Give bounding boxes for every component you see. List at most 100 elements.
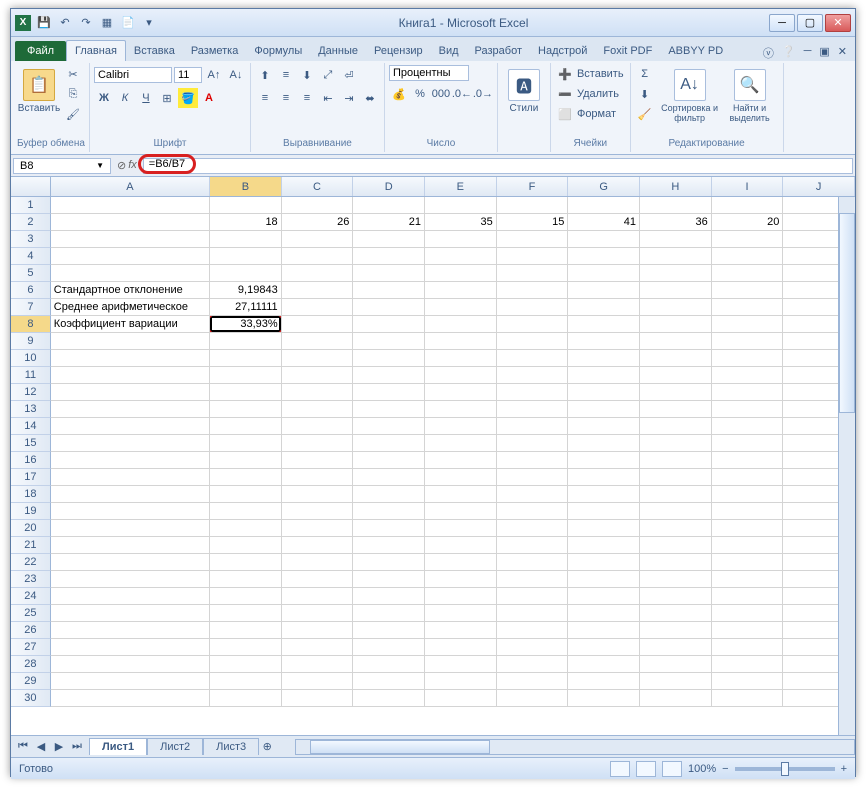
cell-E12[interactable]: [425, 384, 497, 401]
column-header-C[interactable]: C: [282, 177, 354, 196]
cell-I6[interactable]: [712, 282, 784, 299]
cell-A7[interactable]: Среднее арифметическое: [51, 299, 210, 316]
cell-C26[interactable]: [282, 622, 354, 639]
cell-A26[interactable]: [51, 622, 210, 639]
font-size-select[interactable]: [174, 67, 202, 83]
row-header-30[interactable]: 30: [11, 690, 51, 707]
cell-A24[interactable]: [51, 588, 210, 605]
cell-G1[interactable]: [568, 197, 640, 214]
cell-I15[interactable]: [712, 435, 784, 452]
fill-icon[interactable]: ⬇: [635, 85, 655, 103]
decrease-decimal-icon[interactable]: .0→: [473, 84, 493, 104]
row-header-20[interactable]: 20: [11, 520, 51, 537]
cell-D4[interactable]: [353, 248, 425, 265]
cell-C17[interactable]: [282, 469, 354, 486]
cell-B15[interactable]: [210, 435, 282, 452]
cell-I22[interactable]: [712, 554, 784, 571]
cell-H19[interactable]: [640, 503, 712, 520]
cell-D9[interactable]: [353, 333, 425, 350]
align-top-icon[interactable]: ⬆: [255, 65, 275, 85]
cell-B21[interactable]: [210, 537, 282, 554]
orientation-icon[interactable]: ⤢: [318, 65, 338, 85]
align-center-icon[interactable]: ≡: [276, 88, 296, 108]
increase-decimal-icon[interactable]: .0←: [452, 84, 472, 104]
sheet-tab-3[interactable]: Лист3: [203, 738, 259, 755]
cell-E1[interactable]: [425, 197, 497, 214]
zoom-in-icon[interactable]: +: [841, 763, 847, 775]
column-header-D[interactable]: D: [353, 177, 425, 196]
insert-button[interactable]: ➕Вставить: [555, 65, 626, 83]
cell-B2[interactable]: 18: [210, 214, 282, 231]
cell-A30[interactable]: [51, 690, 210, 707]
cell-B11[interactable]: [210, 367, 282, 384]
row-header-27[interactable]: 27: [11, 639, 51, 656]
cell-G21[interactable]: [568, 537, 640, 554]
zoom-level[interactable]: 100%: [688, 763, 716, 775]
cell-B4[interactable]: [210, 248, 282, 265]
tab-view[interactable]: Вид: [431, 41, 467, 61]
row-header-14[interactable]: 14: [11, 418, 51, 435]
cell-D20[interactable]: [353, 520, 425, 537]
cell-B10[interactable]: [210, 350, 282, 367]
cell-F3[interactable]: [497, 231, 569, 248]
cell-D7[interactable]: [353, 299, 425, 316]
next-sheet-icon[interactable]: ▶: [51, 739, 67, 755]
format-button[interactable]: ⬜Формат: [555, 105, 618, 123]
cell-A27[interactable]: [51, 639, 210, 656]
cell-H23[interactable]: [640, 571, 712, 588]
cell-E21[interactable]: [425, 537, 497, 554]
cell-H10[interactable]: [640, 350, 712, 367]
cell-G5[interactable]: [568, 265, 640, 282]
normal-view-icon[interactable]: [610, 761, 630, 777]
cell-I17[interactable]: [712, 469, 784, 486]
cell-E15[interactable]: [425, 435, 497, 452]
cell-I25[interactable]: [712, 605, 784, 622]
cell-I5[interactable]: [712, 265, 784, 282]
cell-I16[interactable]: [712, 452, 784, 469]
cell-C2[interactable]: 26: [282, 214, 354, 231]
cell-G10[interactable]: [568, 350, 640, 367]
cell-B22[interactable]: [210, 554, 282, 571]
cell-G18[interactable]: [568, 486, 640, 503]
underline-icon[interactable]: Ч: [136, 88, 156, 108]
cell-F24[interactable]: [497, 588, 569, 605]
align-left-icon[interactable]: ≡: [255, 88, 275, 108]
cell-A13[interactable]: [51, 401, 210, 418]
cancel-formula-icon[interactable]: ⊘: [117, 159, 126, 172]
row-header-13[interactable]: 13: [11, 401, 51, 418]
cell-F15[interactable]: [497, 435, 569, 452]
cell-D29[interactable]: [353, 673, 425, 690]
cell-B20[interactable]: [210, 520, 282, 537]
cell-F1[interactable]: [497, 197, 569, 214]
vertical-scrollbar[interactable]: [838, 197, 855, 735]
cell-D5[interactable]: [353, 265, 425, 282]
cell-B30[interactable]: [210, 690, 282, 707]
cell-B9[interactable]: [210, 333, 282, 350]
cell-E18[interactable]: [425, 486, 497, 503]
cell-I29[interactable]: [712, 673, 784, 690]
cell-A28[interactable]: [51, 656, 210, 673]
cell-A21[interactable]: [51, 537, 210, 554]
decrease-font-icon[interactable]: A↓: [226, 65, 246, 85]
cell-H11[interactable]: [640, 367, 712, 384]
cell-D13[interactable]: [353, 401, 425, 418]
cell-I24[interactable]: [712, 588, 784, 605]
cell-D12[interactable]: [353, 384, 425, 401]
cell-I4[interactable]: [712, 248, 784, 265]
cell-F21[interactable]: [497, 537, 569, 554]
zoom-out-icon[interactable]: −: [722, 763, 728, 775]
row-header-4[interactable]: 4: [11, 248, 51, 265]
cell-F8[interactable]: [497, 316, 569, 333]
cell-G30[interactable]: [568, 690, 640, 707]
cell-E23[interactable]: [425, 571, 497, 588]
cell-C14[interactable]: [282, 418, 354, 435]
cell-F6[interactable]: [497, 282, 569, 299]
cell-C12[interactable]: [282, 384, 354, 401]
cell-H29[interactable]: [640, 673, 712, 690]
column-header-H[interactable]: H: [640, 177, 712, 196]
cell-E24[interactable]: [425, 588, 497, 605]
cell-H24[interactable]: [640, 588, 712, 605]
cell-H26[interactable]: [640, 622, 712, 639]
percent-icon[interactable]: %: [410, 84, 430, 104]
cell-B17[interactable]: [210, 469, 282, 486]
